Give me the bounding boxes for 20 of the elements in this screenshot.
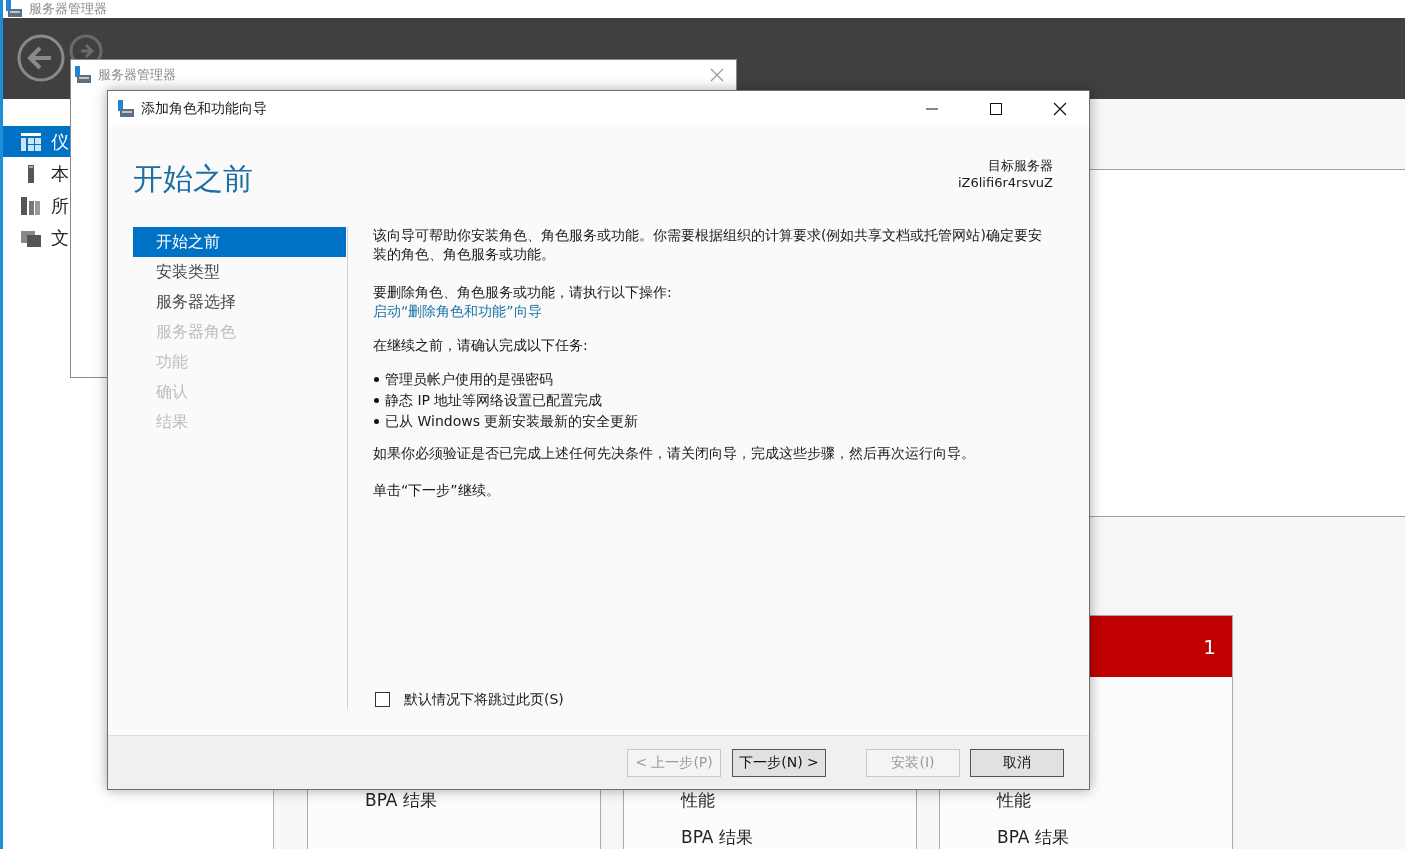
server-name: iZ6lifi6r4rsvuZ — [957, 174, 1053, 191]
checkbox-label: 默认情况下将跳过此页(S) — [404, 690, 564, 709]
count-label: 1 — [1203, 634, 1216, 659]
continue-note: 单击“下一步”继续。 — [373, 481, 501, 500]
verify-note: 如果你必须验证是否已完成上述任何先决条件，请关闭向导，完成这些步骤，然后再次运行向导。 — [373, 444, 976, 463]
window-title: 服务器管理器 — [29, 0, 107, 19]
intro-text: 该向导可帮助你安装角色、角色服务或功能。你需要根据组织的计算要求(例如共享文档或托管网站)确定要安装的角色、角色服务或功能。 — [373, 226, 1043, 264]
page-heading: 开始之前 — [133, 160, 253, 198]
wizard-step: 服务器角色 — [133, 317, 346, 347]
wizard-step: 确认 — [133, 377, 346, 407]
window-title: 添加角色和功能向导 — [141, 100, 268, 118]
wizard-step: 结果 — [133, 407, 346, 437]
target-label: 目标服务器 — [988, 157, 1053, 174]
task-item: 管理员帐户使用的是强密码 — [385, 370, 553, 389]
confirm-prompt: 在继续之前，请确认完成以下任务: — [373, 336, 589, 355]
window-title: 服务器管理器 — [98, 66, 177, 84]
remove-hint: 要删除角色、角色服务或功能，请执行以下操作: — [373, 283, 673, 302]
task-item: 已从 Windows 更新安装最新的安全更新 — [385, 412, 639, 431]
wizard-step: 功能 — [133, 347, 346, 377]
task-item: 静态 IP 地址等网络设置已配置完成 — [385, 391, 603, 410]
